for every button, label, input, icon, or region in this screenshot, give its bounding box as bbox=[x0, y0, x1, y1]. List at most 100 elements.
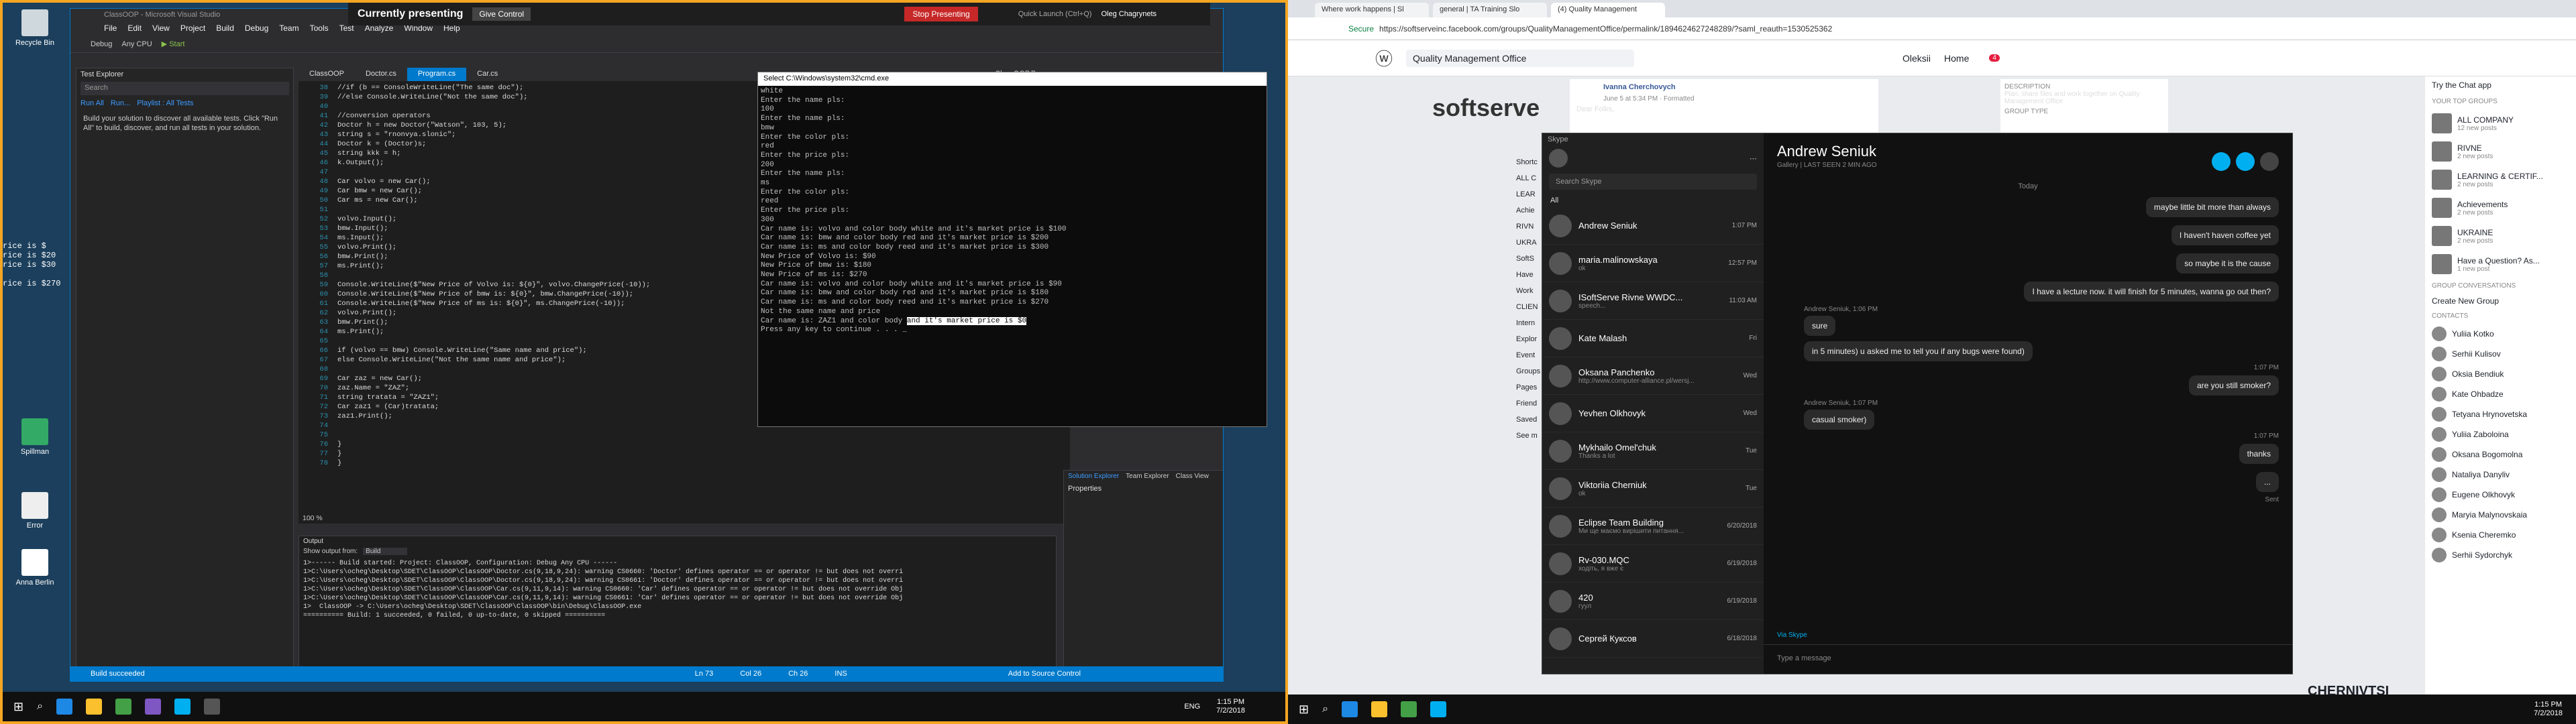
left-nav-item[interactable]: Intern bbox=[1516, 315, 1540, 331]
contact-item[interactable]: Serhii Sydorchyk bbox=[2425, 545, 2576, 565]
contact-item[interactable]: Tetyana Hrynovetska bbox=[2425, 404, 2576, 424]
address-bar[interactable]: Secure https://softserveinc.facebook.com… bbox=[1288, 17, 2576, 40]
menu-edit[interactable]: Edit bbox=[127, 23, 142, 33]
post-author[interactable]: Ivanna Cherchovych bbox=[1570, 79, 1878, 95]
left-nav-item[interactable]: ALL C bbox=[1516, 170, 1540, 186]
skype-contact[interactable]: 420 гуул 6/19/2018 bbox=[1542, 583, 1764, 620]
skype-search-input[interactable]: Search Skype bbox=[1549, 174, 1757, 190]
clock-left[interactable]: 1:15 PM 7/2/2018 bbox=[1216, 698, 1245, 715]
contact-item[interactable]: Kate Ohbadze bbox=[2425, 384, 2576, 404]
group-item[interactable]: Have a Question? As... 1 new post bbox=[2425, 250, 2576, 278]
video-call-icon[interactable] bbox=[2212, 152, 2231, 171]
left-nav-item[interactable]: Have bbox=[1516, 267, 1540, 283]
contact-item[interactable]: Ksenia Cheremko bbox=[2425, 525, 2576, 545]
contact-item[interactable]: Yuliia Zaboloina bbox=[2425, 424, 2576, 444]
edge-icon[interactable] bbox=[1342, 701, 1358, 717]
lang-indicator[interactable]: ENG bbox=[1184, 703, 1200, 711]
left-nav-item[interactable]: Shortc bbox=[1516, 154, 1540, 170]
chrome-icon[interactable] bbox=[1401, 701, 1417, 717]
tab-ta-training[interactable]: general | TA Training Slo bbox=[1433, 3, 1547, 17]
tab-classoop[interactable]: ClassOOP bbox=[299, 68, 355, 81]
give-control-button[interactable]: Give Control bbox=[472, 7, 531, 21]
call-icon[interactable] bbox=[2236, 152, 2255, 171]
clock-right[interactable]: 1:15 PM 7/2/2018 bbox=[2534, 701, 2563, 718]
start-icon[interactable]: ⊞ bbox=[13, 700, 23, 714]
skype-contact[interactable]: maria.malinowskaya ok 12:57 PM bbox=[1542, 245, 1764, 282]
tab-slack[interactable]: Where work happens | Sl bbox=[1315, 3, 1429, 17]
left-nav-item[interactable]: Pages bbox=[1516, 379, 1540, 396]
left-nav-item[interactable]: Work bbox=[1516, 283, 1540, 299]
cmd-icon[interactable] bbox=[204, 699, 221, 715]
desktop-icon-spillman[interactable]: Spillman bbox=[9, 418, 60, 456]
edge-icon[interactable] bbox=[56, 699, 73, 715]
contact-item[interactable]: Eugene Olkhovyk bbox=[2425, 485, 2576, 505]
explorer-icon[interactable] bbox=[86, 699, 103, 715]
skype-icon[interactable] bbox=[174, 699, 191, 715]
contact-item[interactable]: Nataliya Danyliv bbox=[2425, 465, 2576, 485]
cmd-window[interactable]: Select C:\Windows\system32\cmd.exe white… bbox=[757, 72, 1267, 427]
chrome-icon[interactable] bbox=[115, 699, 132, 715]
left-nav-item[interactable]: SoftS bbox=[1516, 251, 1540, 267]
contact-item[interactable]: Serhii Kulisov bbox=[2425, 344, 2576, 364]
skype-contact[interactable]: Mykhailo Omel'chuk Thanks a lot Tue bbox=[1542, 432, 1764, 470]
desktop-icon-error[interactable]: Error bbox=[9, 492, 60, 530]
run-link[interactable]: Run... bbox=[111, 99, 130, 107]
group-item[interactable]: LEARNING & CERTIF... 2 new posts bbox=[2425, 166, 2576, 194]
platform-select[interactable]: Any CPU bbox=[121, 40, 152, 48]
fb-user[interactable]: Oleksii bbox=[1902, 53, 1931, 64]
message-input[interactable]: Type a message bbox=[1764, 644, 2292, 674]
menu-team[interactable]: Team bbox=[279, 23, 299, 33]
skype-contact[interactable]: Andrew Seniuk 1:07 PM bbox=[1542, 207, 1764, 245]
contact-item[interactable]: Maryia Malynovskaia bbox=[2425, 505, 2576, 525]
left-nav-item[interactable]: Achie bbox=[1516, 202, 1540, 219]
left-nav-item[interactable]: Friend bbox=[1516, 396, 1540, 412]
menu-project[interactable]: Project bbox=[180, 23, 205, 33]
playlist-select[interactable]: Playlist : All Tests bbox=[137, 99, 193, 107]
left-nav-item[interactable]: See m bbox=[1516, 428, 1540, 444]
tab-car[interactable]: Car.cs bbox=[466, 68, 508, 81]
skype-icon[interactable] bbox=[1430, 701, 1447, 717]
menu-file[interactable]: File bbox=[104, 23, 117, 33]
fb-search-input[interactable]: Quality Management Office bbox=[1406, 49, 1635, 67]
create-group-button[interactable]: Create New Group bbox=[2425, 294, 2576, 308]
more-icon[interactable]: ⋯ bbox=[1750, 154, 1757, 163]
left-nav-item[interactable]: Explor bbox=[1516, 331, 1540, 347]
group-item[interactable]: UKRAINE 2 new posts bbox=[2425, 222, 2576, 250]
left-nav-item[interactable]: RIVN bbox=[1516, 219, 1540, 235]
group-item[interactable]: Achievements 2 new posts bbox=[2425, 194, 2576, 222]
run-all-link[interactable]: Run All bbox=[80, 99, 104, 107]
search-icon[interactable]: ⌕ bbox=[1322, 703, 1328, 715]
tab-program[interactable]: Program.cs bbox=[407, 68, 467, 81]
config-select[interactable]: Debug bbox=[91, 40, 112, 48]
left-nav-item[interactable]: Event bbox=[1516, 347, 1540, 363]
search-icon[interactable]: ⌕ bbox=[37, 701, 43, 713]
start-button[interactable]: ▶ Start bbox=[162, 40, 185, 48]
explorer-icon[interactable] bbox=[1371, 701, 1388, 717]
stop-presenting-button[interactable]: Stop Presenting bbox=[904, 7, 978, 21]
notification-badge[interactable]: 4 bbox=[1989, 54, 2000, 62]
left-nav-item[interactable]: UKRA bbox=[1516, 235, 1540, 251]
menu-build[interactable]: Build bbox=[216, 23, 234, 33]
contact-item[interactable]: Oksia Bendiuk bbox=[2425, 364, 2576, 384]
desktop-icon-anna-berlin[interactable]: Anna Berlin bbox=[9, 549, 60, 587]
via-skype[interactable]: Via Skype bbox=[1777, 631, 1807, 639]
contact-item[interactable]: Oksana Bogomolna bbox=[2425, 444, 2576, 465]
skype-contact[interactable]: Eclipse Team Building Ми ще маємо вирішит… bbox=[1542, 507, 1764, 545]
skype-contact[interactable]: Oksana Panchenko http://www.computer-alli… bbox=[1542, 357, 1764, 395]
try-chat-app[interactable]: Try the Chat app bbox=[2425, 76, 2576, 94]
group-item[interactable]: RIVNE 2 new posts bbox=[2425, 137, 2576, 166]
skype-contact[interactable]: Kate Malash Fri bbox=[1542, 320, 1764, 357]
add-person-icon[interactable] bbox=[2260, 152, 2279, 171]
group-item[interactable]: ALL COMPANY 12 new posts bbox=[2425, 109, 2576, 137]
skype-contact[interactable]: Viktoriia Cherniuk ok Tue bbox=[1542, 470, 1764, 507]
tab-team-explorer[interactable]: Team Explorer bbox=[1126, 473, 1169, 480]
skype-contact[interactable]: Сергей Кукcов 6/18/2018 bbox=[1542, 620, 1764, 658]
tab-solution-explorer[interactable]: Solution Explorer bbox=[1068, 473, 1119, 480]
add-to-source-control[interactable]: Add to Source Control bbox=[1008, 670, 1081, 678]
tab-class-view[interactable]: Class View bbox=[1176, 473, 1209, 480]
vs-icon[interactable] bbox=[145, 699, 162, 715]
menu-tools[interactable]: Tools bbox=[310, 23, 329, 33]
menu-debug[interactable]: Debug bbox=[245, 23, 268, 33]
my-avatar[interactable] bbox=[1549, 149, 1568, 168]
skype-contact[interactable]: Yevhen Olkhovyk Wed bbox=[1542, 395, 1764, 432]
